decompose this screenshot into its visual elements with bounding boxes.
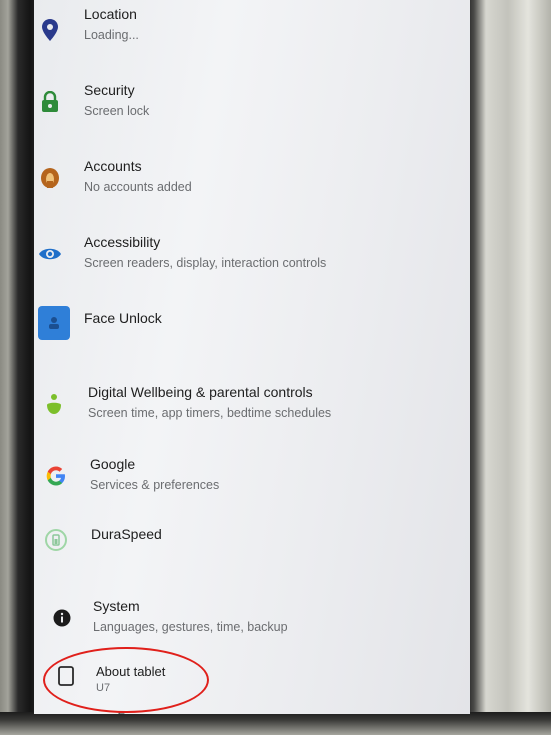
settings-item-security[interactable]: Security Screen lock (34, 76, 470, 136)
settings-item-summary: Loading... (84, 28, 139, 42)
location-pin-icon (38, 18, 62, 42)
settings-item-title: Accessibility (84, 234, 161, 250)
settings-item-title: Google (90, 456, 136, 472)
settings-item-title: System (93, 598, 140, 614)
info-icon (50, 606, 74, 630)
settings-item-face-unlock[interactable]: Face Unlock (34, 302, 470, 362)
face-unlock-icon (38, 306, 70, 340)
settings-item-title: DuraSpeed (91, 526, 162, 542)
google-icon (44, 464, 68, 488)
photo-frame: Location Loading... Security Screen lock… (0, 0, 551, 735)
settings-item-google[interactable]: Google Services & preferences (34, 450, 470, 510)
wellbeing-icon (42, 392, 66, 416)
settings-item-summary: Screen readers, display, interaction con… (84, 256, 327, 270)
settings-item-title: Digital Wellbeing & parental controls (88, 384, 313, 400)
settings-item-title: Security (84, 82, 135, 98)
device-bezel-bottom (0, 712, 551, 735)
duraspeed-icon (44, 528, 68, 552)
settings-item-duraspeed[interactable]: DuraSpeed (34, 522, 470, 582)
account-icon (38, 166, 62, 190)
settings-item-title: Face Unlock (84, 310, 162, 326)
settings-item-accounts[interactable]: Accounts No accounts added (34, 152, 470, 212)
device-bezel-left (0, 0, 36, 735)
settings-item-title: Location (84, 6, 137, 22)
settings-item-accessibility[interactable]: Accessibility Screen readers, display, i… (34, 228, 470, 288)
settings-screen: Location Loading... Security Screen lock… (34, 0, 470, 714)
lock-icon (38, 90, 62, 114)
settings-item-digital-wellbeing[interactable]: Digital Wellbeing & parental controls Sc… (34, 378, 470, 438)
settings-item-summary: Services & preferences (90, 478, 220, 492)
settings-item-summary: No accounts added (84, 180, 192, 194)
settings-item-summary: Screen time, app timers, bedtime schedul… (88, 406, 332, 420)
settings-item-summary: Languages, gestures, time, backup (93, 620, 288, 634)
settings-item-summary: Screen lock (84, 104, 150, 118)
settings-item-system[interactable]: System Languages, gestures, time, backup (34, 592, 470, 652)
annotation-circle (43, 647, 209, 713)
settings-item-location[interactable]: Location Loading... (34, 0, 470, 60)
device-bezel-right (468, 0, 551, 735)
eye-icon (38, 242, 62, 266)
settings-item-title: Accounts (84, 158, 142, 174)
